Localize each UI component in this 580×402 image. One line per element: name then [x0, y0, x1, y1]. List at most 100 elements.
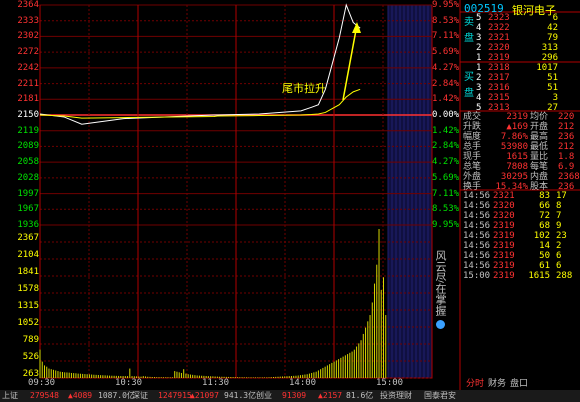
tick-count: 8	[556, 201, 562, 211]
quote-key: 总笔	[463, 162, 482, 172]
sell-price: 2323	[488, 13, 510, 23]
quote-value: 212	[558, 142, 575, 152]
tick-price: 2319	[493, 241, 515, 251]
price-axis-label: 2364	[17, 0, 39, 10]
statusbar-item: 941.3亿	[224, 391, 257, 400]
sell-label: 卖 盘	[464, 17, 474, 44]
quote-value: 53980	[500, 142, 528, 152]
buy-price: 2316	[488, 83, 510, 93]
tick-time: 14:56	[463, 231, 491, 241]
price-axis-label: 2150	[17, 110, 39, 120]
side-badge-text: 风云尽在掌握	[434, 250, 447, 316]
percent-axis-label: 0.00%	[432, 110, 460, 120]
buy-price: 2317	[488, 73, 510, 83]
buy-label: 买 盘	[464, 72, 474, 99]
sell-volume: 313	[541, 43, 558, 53]
quote-value: 2319	[506, 112, 528, 122]
tick-volume: 102	[533, 231, 550, 241]
tick-price: 2320	[493, 201, 515, 211]
tick-volume: 83	[539, 191, 550, 201]
sell-level: 1	[476, 53, 482, 63]
percent-axis-label: 5.69%	[432, 172, 460, 183]
statusbar-item: ▲2157	[318, 391, 343, 400]
tick-count: 23	[556, 231, 567, 241]
percent-axis-label: 2.84%	[432, 141, 460, 152]
price-axis-label: 2302	[17, 31, 39, 42]
sell-level: 2	[476, 43, 482, 53]
quote-value: 6.9	[558, 162, 575, 172]
buy-level: 3	[476, 83, 482, 93]
quote-key: 现手	[463, 152, 482, 162]
tick-time: 14:56	[463, 221, 491, 231]
quote-key: 开盘	[530, 122, 549, 132]
quote-key: 内盘	[530, 172, 549, 182]
volume-axis-label: 526	[22, 352, 39, 362]
percent-axis-label: 9.95%	[432, 0, 460, 10]
tick-count: 6	[556, 261, 562, 271]
statusbar-item: 91309	[282, 391, 307, 400]
percent-axis-label: 7.11%	[432, 188, 460, 199]
sell-price: 2320	[488, 43, 510, 53]
buy-level: 1	[476, 63, 482, 73]
quote-value: 1615	[506, 152, 528, 162]
time-axis-label: 11:30	[202, 378, 230, 388]
price-axis-label: 2272	[17, 47, 39, 58]
price-line	[39, 3, 361, 125]
percent-axis-label: 2.84%	[432, 78, 460, 89]
tick-volume: 66	[539, 201, 550, 211]
buy-level: 4	[476, 93, 482, 103]
side-badge[interactable]: 风云尽在掌握	[434, 250, 450, 332]
statusbar-item: 国泰君安	[424, 391, 456, 400]
volume-axis-label: 2367	[17, 233, 39, 243]
tick-count: 9	[556, 221, 562, 231]
quote-value: 236	[558, 132, 575, 142]
volume-axis-label: 1315	[17, 301, 39, 311]
percent-axis-label: 9.95%	[432, 220, 460, 230]
volume-axis-label: 1578	[17, 284, 39, 294]
quote-key: 外盘	[463, 172, 482, 182]
tab-1[interactable]: 财务	[488, 379, 506, 389]
quote-value: 212	[558, 122, 575, 132]
tick-time: 15:00	[463, 271, 491, 281]
tick-time: 14:56	[463, 241, 491, 251]
tick-price: 2319	[493, 261, 515, 271]
percent-axis-label: 5.69%	[432, 47, 460, 58]
price-axis-label: 2058	[17, 157, 39, 168]
tick-time: 14:56	[463, 191, 491, 201]
price-axis-label: 2119	[17, 125, 39, 136]
tick-volume: 50	[539, 251, 550, 261]
time-axis-label: 14:00	[289, 378, 317, 388]
closing-shade	[388, 5, 432, 378]
tab-0[interactable]: 分时	[466, 379, 484, 389]
tick-volume: 14	[539, 241, 550, 251]
quote-value: ▲169	[506, 122, 528, 132]
volume-axis-label: 1841	[17, 267, 39, 277]
sell-level: 4	[476, 23, 482, 33]
percent-axis-label: 4.27%	[432, 157, 460, 168]
quote-key: 每笔	[530, 162, 549, 172]
sell-volume: 79	[547, 33, 558, 43]
tick-count: 17	[556, 191, 567, 201]
statusbar-item: 279548	[30, 391, 59, 400]
time-axis-label: 15:00	[376, 378, 404, 388]
tick-count: 2	[556, 241, 562, 251]
tick-price: 2319	[493, 221, 515, 231]
statusbar-item: 深证	[132, 391, 148, 400]
quote-value: 1.8	[558, 152, 575, 162]
buy-volume: 51	[547, 73, 558, 83]
volume-axis-label: 2104	[17, 250, 39, 260]
price-axis-label: 2242	[17, 62, 39, 73]
percent-axis-label: 1.42%	[432, 94, 460, 105]
quote-value: 220	[558, 112, 575, 122]
price-axis-label: 1936	[17, 220, 39, 230]
percent-axis-label: 8.53%	[432, 204, 460, 215]
tick-time: 14:56	[463, 201, 491, 211]
tick-count: 288	[556, 271, 573, 281]
time-axis-label: 09:30	[28, 378, 56, 388]
sell-price: 2321	[488, 33, 510, 43]
tick-volume: 68	[539, 221, 550, 231]
tab-2[interactable]: 盘口	[510, 379, 528, 389]
quote-key: 最高	[530, 132, 549, 142]
statusbar-item: 投资理财	[380, 391, 412, 400]
market-statusbar: 上证 279548 ▲4089 1087.0亿 深证 1247915 ▲21097 941.3…	[0, 390, 580, 402]
